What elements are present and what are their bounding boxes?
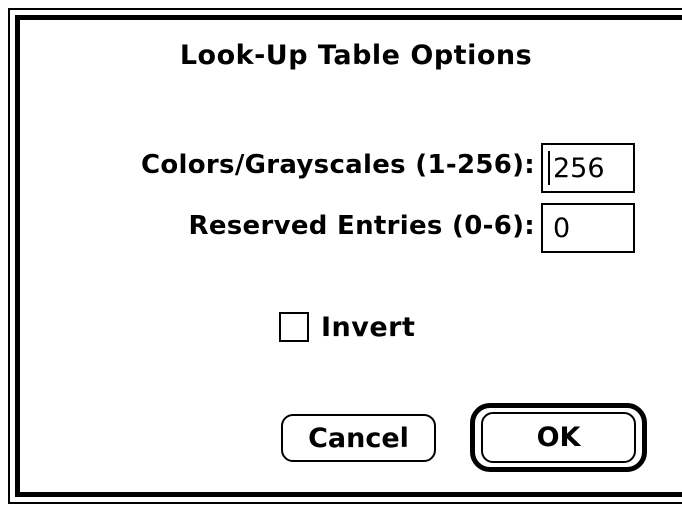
colors-grayscales-input[interactable] [541,143,635,193]
ok-button[interactable]: OK [481,412,636,463]
invert-checkbox[interactable] [279,312,309,342]
invert-label[interactable]: Invert [321,312,415,343]
text-cursor [548,151,550,185]
invert-checkbox-row[interactable]: Invert [279,307,415,347]
reserved-entries-input[interactable] [541,203,635,253]
reserved-entries-label: Reserved Entries (0-6): [188,211,535,241]
dialog-title: Look-Up Table Options [179,40,533,71]
colors-grayscales-label: Colors/Grayscales (1-256): [141,150,535,180]
cancel-button[interactable]: Cancel [281,414,436,462]
